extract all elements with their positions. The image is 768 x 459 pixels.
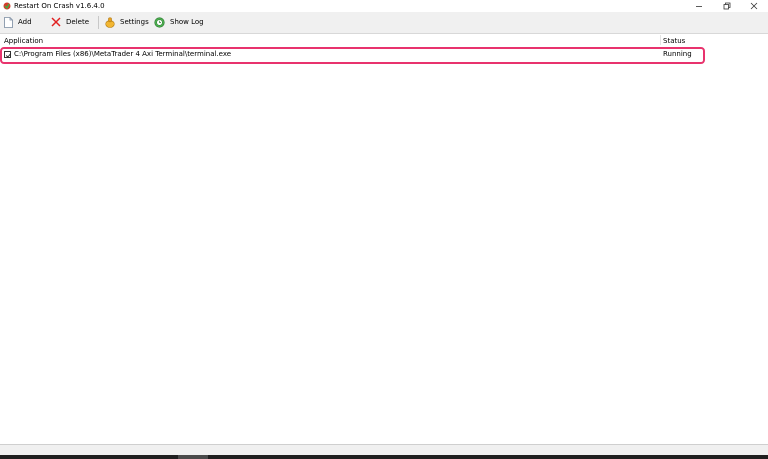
settings-icon [105, 17, 115, 28]
taskbar-active-item[interactable] [178, 455, 208, 459]
checkmark-icon [5, 53, 12, 58]
settings-button[interactable]: Settings [105, 15, 149, 29]
row-checkbox[interactable] [4, 51, 12, 58]
list-item[interactable]: C:\Program Files (x86)\MetaTrader 4 Axi … [0, 47, 706, 64]
window-title: Restart On Crash v1.6.4.0 [14, 2, 105, 10]
settings-label: Settings [120, 18, 149, 26]
minimize-icon [696, 6, 702, 7]
red-x-icon [51, 17, 61, 27]
restore-icon [723, 2, 731, 10]
delete-label: Delete [66, 18, 89, 26]
list-header: Application Status [0, 35, 768, 45]
minimize-button[interactable] [689, 0, 709, 12]
taskbar [0, 455, 768, 459]
app-icon [3, 2, 11, 10]
log-icon [154, 16, 165, 28]
column-header-status[interactable]: Status [663, 37, 685, 45]
maximize-button[interactable] [717, 0, 737, 12]
delete-button[interactable]: Delete [51, 15, 89, 29]
toolbar-separator [98, 16, 99, 29]
column-header-application[interactable]: Application [4, 37, 43, 45]
show-log-button[interactable]: Show Log [154, 15, 204, 29]
new-document-icon [4, 16, 13, 28]
title-bar: Restart On Crash v1.6.4.0 [0, 0, 768, 12]
status-bar [0, 445, 768, 455]
close-button[interactable] [744, 0, 764, 12]
app-window: Restart On Crash v1.6.4.0 Add Delete Set… [0, 0, 768, 459]
status-text: Running [663, 50, 692, 58]
toolbar: Add Delete Settings Show Log [0, 12, 768, 34]
column-divider[interactable] [660, 35, 661, 45]
close-icon [750, 2, 758, 10]
application-path: C:\Program Files (x86)\MetaTrader 4 Axi … [14, 50, 232, 58]
add-label: Add [18, 18, 32, 26]
show-log-label: Show Log [170, 18, 204, 26]
add-button[interactable]: Add [4, 15, 32, 29]
